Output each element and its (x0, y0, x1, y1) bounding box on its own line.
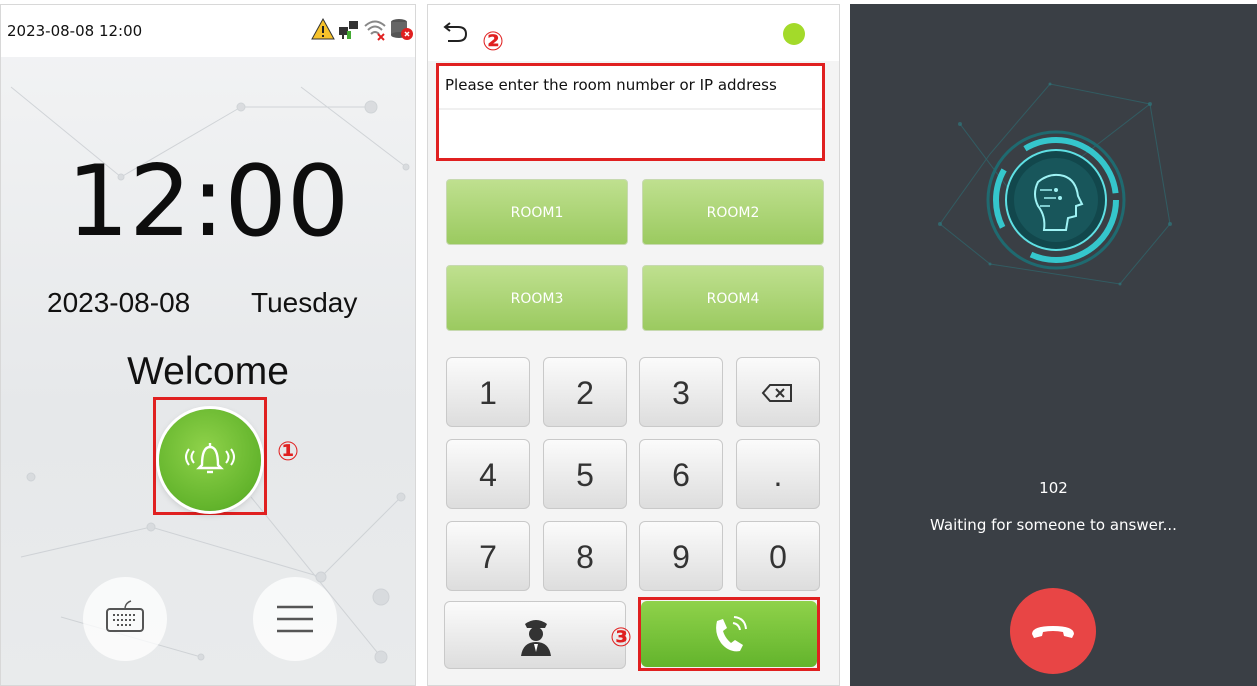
connection-status-dot (783, 23, 805, 45)
status-bar: 2023-08-08 12:00 (1, 5, 415, 57)
date-label: 2023-08-08 (47, 287, 191, 318)
status-icons (311, 17, 413, 41)
call-status-text: Waiting for someone to answer... (930, 516, 1177, 534)
standby-screen: 2023-08-08 12:00 12:00 2023-08-08 Tuesda… (0, 4, 416, 686)
phone-call-icon (716, 616, 747, 652)
step-marker-3: ③ (610, 623, 633, 653)
ai-face-graphic (938, 82, 1172, 286)
clock-time: 12:00 (66, 145, 350, 259)
room2-button[interactable]: ROOM2 (642, 179, 824, 245)
key-4[interactable]: 4 (446, 439, 530, 509)
room1-button[interactable]: ROOM1 (446, 179, 628, 245)
status-datetime: 2023-08-08 12:00 (7, 22, 143, 40)
room-input-placeholder: Please enter the room number or IP addre… (445, 76, 777, 94)
step-marker-1: ① (277, 437, 300, 467)
keyboard-icon (106, 600, 144, 632)
weekday-label: Tuesday (251, 287, 358, 318)
key-6[interactable]: 6 (639, 439, 723, 509)
key-8[interactable]: 8 (543, 521, 627, 591)
called-room-number: 102 (1039, 479, 1068, 497)
doorbell-icon (185, 443, 235, 474)
call-button[interactable] (641, 601, 817, 667)
wifi-disconnected-icon (364, 20, 386, 41)
key-dot[interactable]: . (736, 439, 820, 509)
key-1[interactable]: 1 (446, 357, 530, 427)
key-2[interactable]: 2 (543, 357, 627, 427)
doorbell-button[interactable] (159, 409, 261, 511)
backspace-icon (761, 384, 792, 402)
warning-icon (311, 17, 335, 40)
back-icon[interactable] (440, 21, 470, 47)
security-guard-icon (521, 620, 551, 656)
input-divider (439, 108, 822, 110)
keyboard-button[interactable] (83, 577, 167, 661)
call-guard-button[interactable] (444, 601, 626, 669)
key-3[interactable]: 3 (639, 357, 723, 427)
room4-button[interactable]: ROOM4 (642, 265, 824, 331)
key-5[interactable]: 5 (543, 439, 627, 509)
menu-button[interactable] (253, 577, 337, 661)
step-marker-2: ② (482, 27, 505, 57)
hang-up-icon (1032, 626, 1074, 638)
room3-button[interactable]: ROOM3 (446, 265, 628, 331)
backspace-key[interactable] (736, 357, 820, 427)
room-input-field[interactable]: Please enter the room number or IP addre… (436, 63, 825, 161)
welcome-text: Welcome (127, 350, 289, 393)
menu-icon (277, 605, 313, 633)
dial-screen: ② Please enter the room number or IP add… (427, 4, 840, 686)
database-icon (391, 19, 413, 40)
hang-up-button[interactable] (1010, 588, 1096, 674)
calling-screen: 102 Waiting for someone to answer... (850, 4, 1257, 686)
key-0[interactable]: 0 (736, 521, 820, 591)
network-icon (339, 21, 358, 39)
key-7[interactable]: 7 (446, 521, 530, 591)
key-9[interactable]: 9 (639, 521, 723, 591)
